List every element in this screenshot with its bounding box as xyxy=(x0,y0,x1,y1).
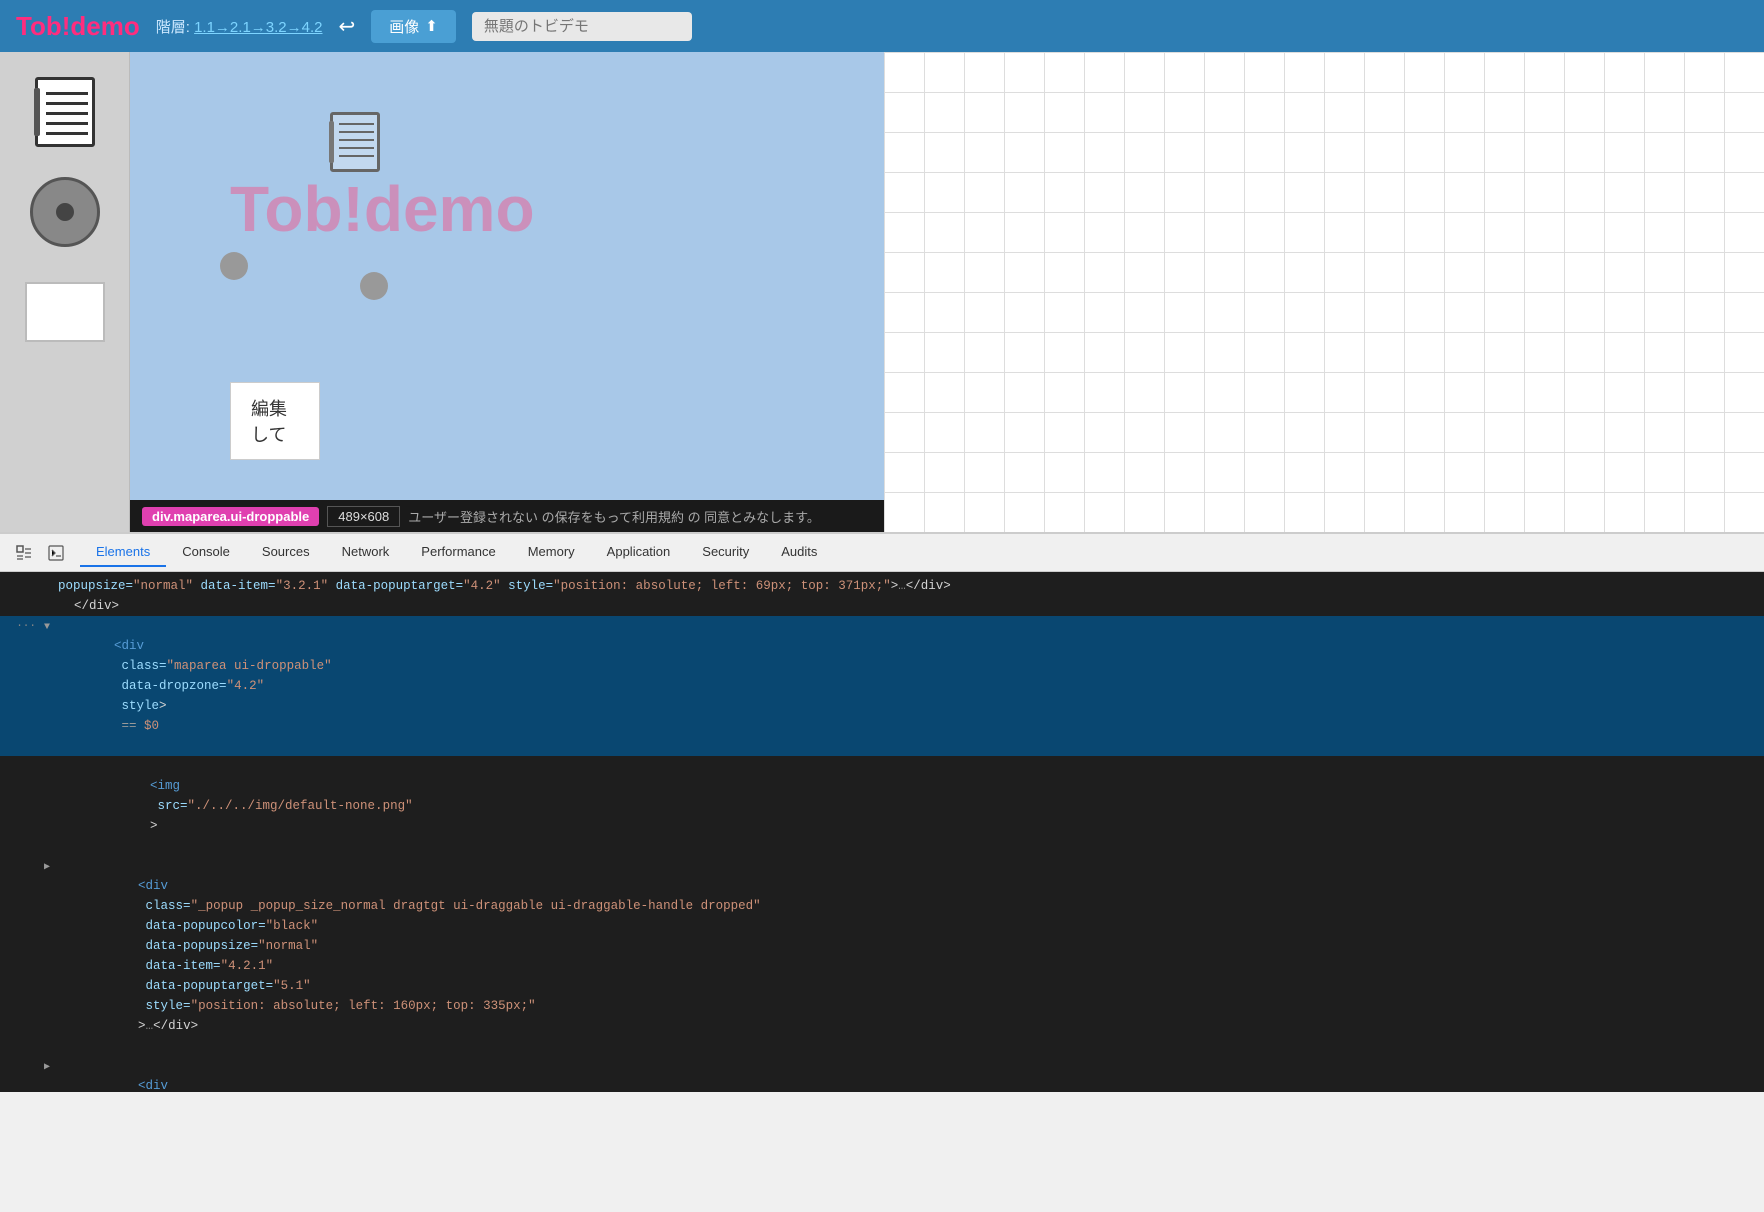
code-line-4: <img src="./../../img/default-none.png" … xyxy=(0,756,1764,856)
breadcrumb: 階層: 1.1→2.1→3.2→4.2 xyxy=(156,16,323,37)
tooltip-size: 489×608 xyxy=(327,506,400,527)
devtools-code-area[interactable]: popupsize="normal" data-item="3.2.1" dat… xyxy=(0,572,1764,1092)
canvas-notebook-inner xyxy=(330,112,380,172)
edit-popup[interactable]: 編集 して xyxy=(230,382,320,460)
white-box-element xyxy=(25,282,105,342)
devtools-panel: Elements Console Sources Network Perform… xyxy=(0,532,1764,1092)
code-line-5: <div class="_popup _popup_size_normal dr… xyxy=(0,856,1764,1056)
tab-security[interactable]: Security xyxy=(686,538,765,567)
tooltip-tag: div.maparea.ui-droppable xyxy=(142,507,319,526)
canvas-logo-suffix: demo xyxy=(364,173,535,245)
notebook-icon-box[interactable] xyxy=(25,72,105,152)
title-input[interactable] xyxy=(472,12,692,41)
tab-console[interactable]: Console xyxy=(166,538,246,567)
tooltip-message: ユーザー登録されない の保存をもって利用規約 の 同意とみなします。 xyxy=(408,507,872,526)
notebook-icon xyxy=(35,77,95,147)
canvas-logo-exclaim: ! xyxy=(343,173,364,245)
back-button[interactable]: ↩ xyxy=(339,14,356,39)
blue-canvas[interactable]: Tob!demo 編集 して div.maparea.ui-droppable … xyxy=(130,52,884,532)
app-header: Tob!demo 階層: 1.1→2.1→3.2→4.2 ↩ 画像 ⬆ xyxy=(0,0,1764,52)
canvas-notebook xyxy=(330,112,388,180)
tri-5[interactable] xyxy=(44,856,50,876)
tab-performance[interactable]: Performance xyxy=(405,538,511,567)
tab-sources[interactable]: Sources xyxy=(246,538,326,567)
canvas-logo: Tob!demo xyxy=(230,172,535,246)
right-grid xyxy=(884,52,1764,532)
code-line-6: <div class="_popup _popup_size_normal dr… xyxy=(0,1056,1764,1092)
breadcrumb-path[interactable]: 1.1→2.1→3.2→4.2 xyxy=(194,19,322,36)
upload-icon: ⬆ xyxy=(425,17,438,35)
record-inner xyxy=(53,200,77,224)
image-button[interactable]: 画像 ⬆ xyxy=(371,10,456,43)
tab-memory[interactable]: Memory xyxy=(512,538,591,567)
main-canvas-area: Tob!demo 編集 して div.maparea.ui-droppable … xyxy=(0,52,1764,532)
tri-6[interactable] xyxy=(44,1056,50,1076)
tab-audits[interactable]: Audits xyxy=(765,538,833,567)
tab-application[interactable]: Application xyxy=(591,538,687,567)
logo-suffix: demo xyxy=(70,11,139,41)
record-icon xyxy=(30,177,100,247)
image-button-label: 画像 xyxy=(389,16,419,37)
code-line-2: </div> xyxy=(0,596,1764,616)
circle-2 xyxy=(360,272,388,300)
code-line-3-selected: ... <div class="maparea ui-droppable" da… xyxy=(0,616,1764,756)
expand-triangle[interactable] xyxy=(44,616,50,636)
console-icon[interactable] xyxy=(40,537,72,569)
tooltip-bar: div.maparea.ui-droppable 489×608 ユーザー登録さ… xyxy=(130,500,884,532)
code-1-content: popupsize= xyxy=(58,576,133,596)
code-line-1: popupsize="normal" data-item="3.2.1" dat… xyxy=(0,576,1764,596)
edit-line1: 編集 xyxy=(251,395,299,421)
left-panel xyxy=(0,52,130,532)
record-icon-box[interactable] xyxy=(25,172,105,252)
white-box[interactable] xyxy=(25,272,105,352)
app-logo: Tob!demo xyxy=(16,11,140,42)
circle-1 xyxy=(220,252,248,280)
tab-network[interactable]: Network xyxy=(326,538,406,567)
tab-elements[interactable]: Elements xyxy=(80,538,166,567)
logo-text: Tob xyxy=(16,11,62,41)
inspector-icon[interactable] xyxy=(8,537,40,569)
breadcrumb-label: 階層: xyxy=(156,19,190,36)
edit-line2: して xyxy=(251,421,299,447)
canvas-logo-text: Tob xyxy=(230,173,343,245)
devtools-tabs: Elements Console Sources Network Perform… xyxy=(0,534,1764,572)
